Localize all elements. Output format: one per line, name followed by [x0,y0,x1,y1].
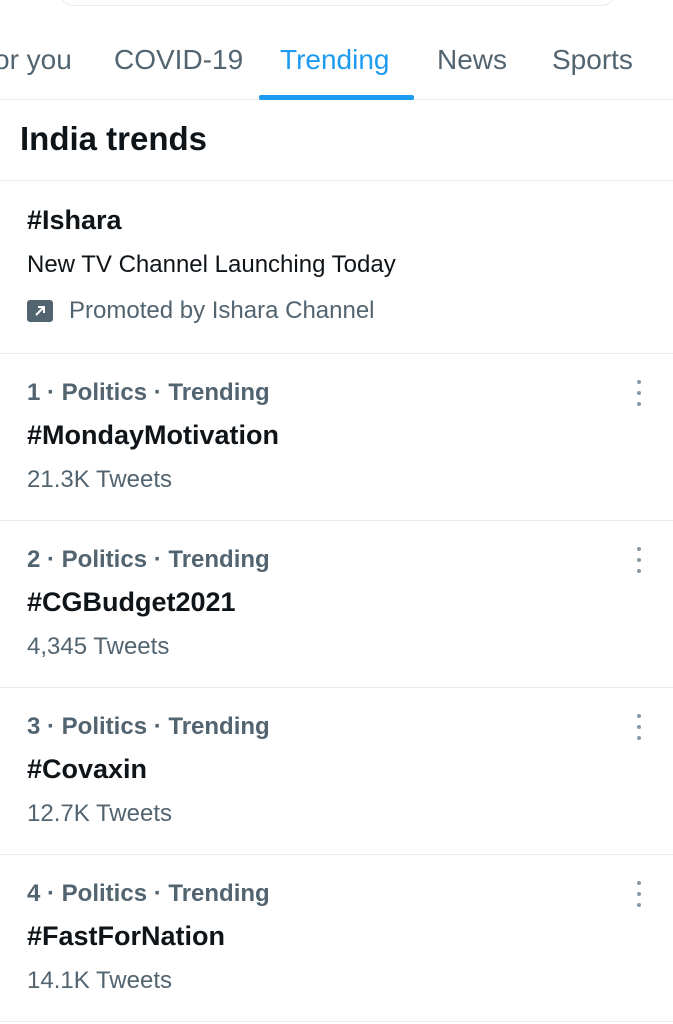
promoted-trend[interactable]: #Ishara New TV Channel Launching Today P… [0,181,673,353]
tab-for-you[interactable]: or you [0,44,72,76]
trend-item[interactable]: 4 · Politics · Trending #FastForNation 1… [0,855,673,1021]
trend-tweet-count: 12.7K Tweets [27,800,172,827]
trend-meta: 4 · Politics · Trending [27,880,270,907]
promoted-arrow-icon [27,300,53,322]
promoted-by-line: Promoted by Ishara Channel [27,297,375,325]
more-options-icon[interactable] [629,714,649,740]
promoted-by-text: Promoted by Ishara Channel [69,297,375,324]
trend-tweet-count: 21.3K Tweets [27,466,172,493]
more-options-icon[interactable] [629,547,649,573]
trend-item[interactable]: 1 · Politics · Trending #MondayMotivatio… [0,354,673,520]
section-title: India trends [20,120,208,157]
divider [0,1021,673,1022]
promoted-description: New TV Channel Launching Today [27,251,396,278]
tab-trending[interactable]: Trending [280,44,389,76]
trend-name: #FastForNation [27,921,226,951]
more-options-icon[interactable] [629,881,649,907]
trend-item[interactable]: 2 · Politics · Trending #CGBudget2021 4,… [0,521,673,687]
trend-item[interactable]: 3 · Politics · Trending #Covaxin 12.7K T… [0,688,673,854]
tab-news[interactable]: News [437,44,507,76]
trend-tweet-count: 4,345 Tweets [27,633,170,660]
tab-sports[interactable]: Sports [552,44,633,76]
trend-meta: 1 · Politics · Trending [27,379,270,406]
trend-name: #CGBudget2021 [27,587,236,617]
active-tab-indicator [259,95,414,100]
trend-meta: 2 · Politics · Trending [27,546,270,573]
trend-meta: 3 · Politics · Trending [27,713,270,740]
tab-bar: or you COVID-19 Trending News Sports [0,0,673,100]
trend-tweet-count: 14.1K Tweets [27,967,172,994]
more-options-icon[interactable] [629,380,649,406]
promoted-hashtag: #Ishara [27,205,122,235]
tab-covid-19[interactable]: COVID-19 [114,44,243,76]
trend-name: #Covaxin [27,754,148,784]
trend-name: #MondayMotivation [27,420,280,450]
